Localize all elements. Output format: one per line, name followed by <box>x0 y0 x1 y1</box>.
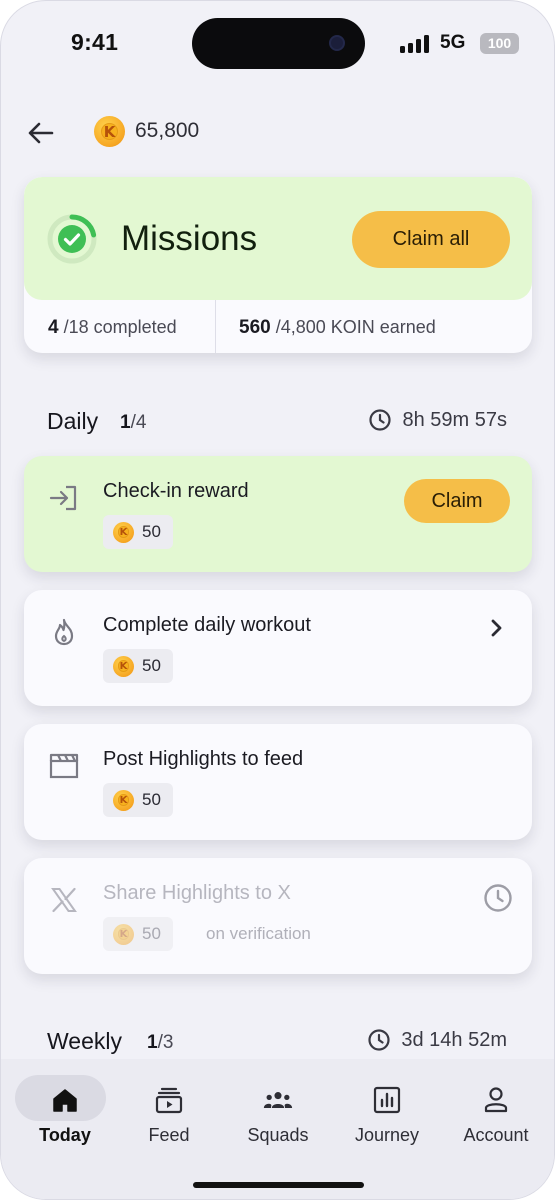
progress-ring-icon <box>47 214 97 264</box>
missions-header: Missions Claim all <box>24 177 532 300</box>
weekly-timer-text: 3d 14h 52m <box>401 1028 507 1051</box>
reward-value: 50 <box>142 656 161 675</box>
weekly-section-header: Weekly 1/3 3d 14h 52m <box>1 1026 554 1060</box>
earned-total: /4,800 KOIN earned <box>275 317 436 337</box>
weekly-total: /3 <box>157 1032 174 1053</box>
tab-squads[interactable]: Squads <box>228 1075 328 1145</box>
tab-feed[interactable]: Feed <box>119 1075 219 1145</box>
user-icon <box>484 1087 508 1113</box>
chart-icon <box>373 1086 401 1114</box>
feed-icon <box>155 1087 183 1114</box>
koin-coin-icon: K <box>113 521 134 543</box>
signal-icon <box>400 35 430 53</box>
status-time: 9:41 <box>71 29 119 55</box>
missions-summary-card: Missions Claim all 4 /18 completed 560 /… <box>24 177 532 353</box>
reward-value: 50 <box>142 924 161 943</box>
task-reward: K 50 <box>103 783 173 817</box>
weekly-title: Weekly <box>47 1028 122 1054</box>
status-bar: 9:41 5G 100 <box>1 1 554 85</box>
sign-in-icon <box>46 480 82 516</box>
verification-note: on verification <box>206 924 311 943</box>
tab-journey[interactable]: Journey <box>337 1075 437 1145</box>
camera-icon <box>329 35 345 51</box>
completed-stat: 4 /18 completed <box>48 317 177 339</box>
tab-today[interactable]: Today <box>15 1075 115 1145</box>
daily-progress: 1/4 <box>120 412 146 434</box>
back-button[interactable] <box>25 117 57 149</box>
network-type: 5G <box>440 32 466 53</box>
clock-icon <box>368 1029 390 1051</box>
koin-coin-icon: K <box>113 923 134 945</box>
reward-value: 50 <box>142 522 161 541</box>
clock-icon <box>484 884 512 912</box>
task-daily-workout[interactable]: Complete daily workout K 50 <box>24 590 532 706</box>
claim-button[interactable]: Claim <box>404 479 510 523</box>
battery-icon: 100 <box>480 33 519 54</box>
stats-divider <box>215 300 216 353</box>
task-reward: K 50 <box>103 917 173 951</box>
clapperboard-icon <box>46 748 82 784</box>
tab-label: Today <box>39 1125 91 1145</box>
daily-section-header: Daily 1/4 8h 59m 57s <box>1 406 554 440</box>
task-reward: K 50 <box>103 515 173 549</box>
chevron-right-icon[interactable] <box>486 616 508 640</box>
koin-balance: 65,800 <box>135 119 200 142</box>
task-title: Share Highlights to X <box>103 882 291 904</box>
arrow-left-icon <box>28 122 54 144</box>
bottom-tab-bar: Today Feed Squads Journey Account <box>1 1059 554 1199</box>
task-title: Check-in reward <box>103 480 249 502</box>
daily-timer-text: 8h 59m 57s <box>402 408 507 431</box>
task-title: Post Highlights to feed <box>103 748 304 770</box>
tab-label: Account <box>463 1125 529 1145</box>
missions-stats: 4 /18 completed 560 /4,800 KOIN earned <box>24 300 532 353</box>
koin-coin-icon: K <box>113 655 134 677</box>
koin-coin-icon: K <box>113 789 134 811</box>
weekly-done: 1 <box>147 1032 158 1053</box>
phone-screen: 9:41 5G 100 K 65,800 Missions Claim all <box>0 0 555 1200</box>
top-bar: K 65,800 <box>1 111 554 153</box>
task-reward: K 50 <box>103 649 173 683</box>
tab-label: Journey <box>354 1125 420 1145</box>
koin-coin-icon: K <box>94 116 125 147</box>
earned-stat: 560 /4,800 KOIN earned <box>239 317 436 339</box>
task-check-in[interactable]: Check-in reward K 50 Claim <box>24 456 532 572</box>
weekly-timer: 3d 14h 52m <box>367 1028 507 1052</box>
flame-icon <box>46 614 82 650</box>
tab-label: Squads <box>247 1125 309 1145</box>
tab-label: Feed <box>148 1125 190 1145</box>
x-logo-icon <box>46 882 82 918</box>
daily-timer: 8h 59m 57s <box>368 408 507 432</box>
daily-total: /4 <box>130 412 147 433</box>
task-title: Complete daily workout <box>103 614 311 636</box>
weekly-progress: 1/3 <box>147 1032 173 1054</box>
daily-done: 1 <box>120 412 131 433</box>
home-icon <box>53 1089 77 1112</box>
missions-title: Missions <box>121 219 258 258</box>
daily-title: Daily <box>47 408 99 434</box>
earned-amount: 560 <box>239 317 271 338</box>
task-share-to-x[interactable]: Share Highlights to X K 50 on verificatio… <box>24 858 532 974</box>
dynamic-island <box>192 18 365 69</box>
task-post-highlights[interactable]: Post Highlights to feed K 50 <box>24 724 532 840</box>
group-icon <box>263 1092 293 1108</box>
claim-all-button[interactable]: Claim all <box>352 211 510 268</box>
tab-account[interactable]: Account <box>446 1075 546 1145</box>
reward-value: 50 <box>142 790 161 809</box>
completed-count: 4 <box>48 317 59 338</box>
completed-total: /18 completed <box>63 317 177 337</box>
home-indicator[interactable] <box>193 1182 364 1188</box>
clock-icon <box>369 409 392 431</box>
